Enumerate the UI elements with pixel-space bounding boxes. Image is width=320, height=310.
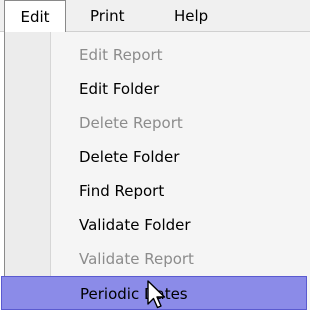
edit-menu-list: Edit Report Edit Folder Delete Report De… [1, 38, 311, 310]
menu-help[interactable]: Help [166, 0, 216, 32]
menu-item-validate-report[interactable]: Validate Report [5, 242, 311, 276]
arrow-pointer-icon [147, 280, 166, 309]
menu-print[interactable]: Print [82, 0, 133, 32]
menu-item-validate-folder[interactable]: Validate Folder [5, 208, 311, 242]
menu-bar: Edit Print Help [0, 0, 310, 32]
menu-item-edit-report[interactable]: Edit Report [5, 38, 311, 72]
edit-dropdown-menu: Edit Report Edit Folder Delete Report De… [1, 32, 311, 310]
menu-edit[interactable]: Edit [4, 0, 66, 32]
menu-item-edit-folder[interactable]: Edit Folder [5, 72, 311, 106]
menu-item-delete-folder[interactable]: Delete Folder [5, 140, 311, 174]
menu-item-delete-report[interactable]: Delete Report [5, 106, 311, 140]
menu-item-find-report[interactable]: Find Report [5, 174, 311, 208]
